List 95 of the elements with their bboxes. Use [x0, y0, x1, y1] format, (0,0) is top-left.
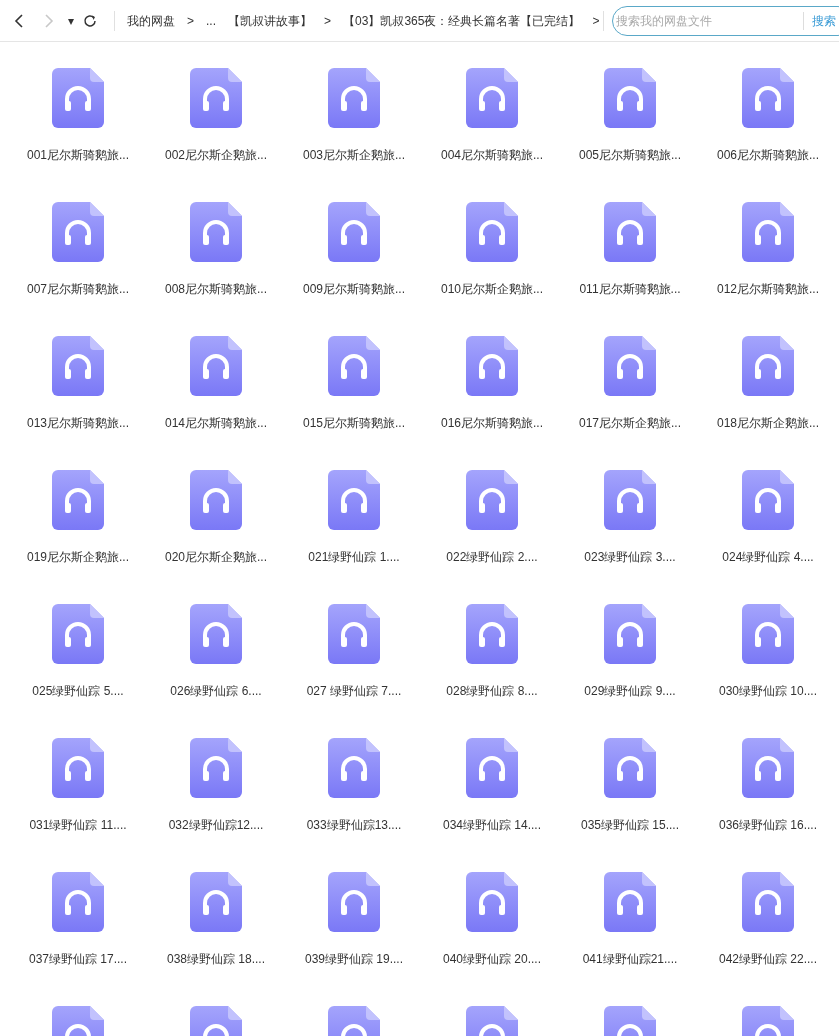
audio-file-icon — [466, 872, 518, 932]
audio-file-icon — [604, 604, 656, 664]
file-name[interactable]: 001尼尔斯骑鹅旅... — [27, 146, 129, 164]
audio-file-icon — [190, 604, 242, 664]
audio-file-icon — [190, 336, 242, 396]
file-name[interactable]: 007尼尔斯骑鹅旅... — [27, 280, 129, 298]
file-name[interactable]: 026绿野仙踪 6.... — [170, 682, 262, 700]
file-name[interactable]: 020尼尔斯企鹅旅... — [165, 548, 267, 566]
audio-file-icon — [604, 470, 656, 530]
file-name[interactable]: 012尼尔斯骑鹅旅... — [717, 280, 819, 298]
file-name[interactable]: 002尼尔斯企鹅旅... — [165, 146, 267, 164]
breadcrumb-separator: > — [592, 12, 600, 30]
file-name[interactable]: 027 绿野仙踪 7.... — [306, 682, 402, 700]
breadcrumb-link[interactable]: 【凯叔讲故事】 — [228, 11, 313, 30]
file-name[interactable]: 009尼尔斯骑鹅旅... — [303, 280, 405, 298]
file-name[interactable]: 036绿野仙踪 16.... — [718, 816, 817, 834]
file-name[interactable]: 018尼尔斯企鹅旅... — [717, 414, 819, 432]
audio-file-icon — [742, 68, 794, 128]
audio-file-icon — [328, 68, 380, 128]
file-name[interactable]: 006尼尔斯骑鹅旅... — [717, 146, 819, 164]
file-name[interactable]: 039绿野仙踪 19.... — [304, 950, 403, 968]
audio-file-icon — [466, 68, 518, 128]
file-name[interactable]: 034绿野仙踪 14.... — [442, 816, 541, 834]
breadcrumb-separator: > — [187, 12, 194, 30]
audio-file-icon — [742, 872, 794, 932]
audio-file-icon — [466, 470, 518, 530]
file-name[interactable]: 022绿野仙踪 2.... — [446, 548, 538, 566]
audio-file-icon — [466, 604, 518, 664]
audio-file-icon — [190, 738, 242, 798]
audio-file-icon — [52, 470, 104, 530]
audio-file-icon — [190, 202, 242, 262]
audio-file-icon — [604, 336, 656, 396]
file-name[interactable]: 005尼尔斯骑鹅旅... — [579, 146, 681, 164]
file-name[interactable]: 031绿野仙踪 11.... — [29, 816, 127, 834]
file-name[interactable]: 028绿野仙踪 8.... — [446, 682, 538, 700]
audio-file-icon — [742, 470, 794, 530]
audio-file-icon — [190, 470, 242, 530]
audio-file-icon — [466, 336, 518, 396]
breadcrumb-link[interactable]: ... — [206, 11, 217, 30]
file-name[interactable]: 019尼尔斯企鹅旅... — [27, 548, 129, 566]
file-name[interactable]: 017尼尔斯企鹅旅... — [579, 414, 681, 432]
audio-file-icon — [328, 738, 380, 798]
audio-file-icon — [742, 604, 794, 664]
breadcrumb-separator: > — [324, 12, 332, 30]
audio-file-icon — [604, 202, 656, 262]
file-name[interactable]: 010尼尔斯企鹅旅... — [441, 280, 543, 298]
audio-file-icon — [742, 202, 794, 262]
file-name[interactable]: 011尼尔斯骑鹅旅... — [579, 280, 681, 298]
breadcrumb-link[interactable]: 【03】凯叔365夜：经典长篇名著【已完结】 — [343, 11, 581, 30]
file-name[interactable]: 040绿野仙踪 20.... — [442, 950, 541, 968]
file-name[interactable]: 025绿野仙踪 5.... — [32, 682, 124, 700]
audio-file-icon — [466, 738, 518, 798]
file-name[interactable]: 003尼尔斯企鹅旅... — [303, 146, 405, 164]
audio-file-icon — [742, 738, 794, 798]
file-name[interactable]: 013尼尔斯骑鹅旅... — [27, 414, 129, 432]
audio-file-icon — [52, 68, 104, 128]
audio-file-icon — [52, 336, 104, 396]
audio-file-icon — [328, 202, 380, 262]
file-name[interactable]: 008尼尔斯骑鹅旅... — [165, 280, 267, 298]
audio-file-icon — [466, 202, 518, 262]
file-name[interactable]: 029绿野仙踪 9.... — [584, 682, 676, 700]
audio-file-icon — [52, 738, 104, 798]
audio-file-icon — [190, 872, 242, 932]
chevron-right-icon — [44, 13, 54, 28]
file-name[interactable]: 015尼尔斯骑鹅旅... — [303, 414, 405, 432]
file-name[interactable]: 023绿野仙踪 3.... — [584, 548, 676, 566]
audio-file-icon — [328, 604, 380, 664]
audio-file-icon — [52, 604, 104, 664]
file-name[interactable]: 004尼尔斯骑鹅旅... — [441, 146, 543, 164]
audio-file-icon — [52, 202, 104, 262]
file-name[interactable]: 014尼尔斯骑鹅旅... — [165, 414, 267, 432]
file-name[interactable]: 024绿野仙踪 4.... — [722, 548, 814, 566]
file-name[interactable]: 030绿野仙踪 10.... — [718, 682, 817, 700]
audio-file-icon — [604, 872, 656, 932]
audio-file-icon — [604, 738, 656, 798]
refresh-icon — [83, 13, 97, 28]
audio-file-icon — [52, 872, 104, 932]
file-name[interactable]: 016尼尔斯骑鹅旅... — [441, 414, 543, 432]
file-name[interactable]: 021绿野仙踪 1.... — [308, 548, 400, 566]
file-name[interactable]: 032绿野仙踪12.... — [168, 816, 264, 834]
audio-file-icon — [742, 336, 794, 396]
audio-file-icon — [604, 68, 656, 128]
file-name[interactable]: 038绿野仙踪 18.... — [166, 950, 265, 968]
audio-file-icon — [190, 68, 242, 128]
file-name[interactable]: 037绿野仙踪 17.... — [28, 950, 127, 968]
file-name[interactable]: 033绿野仙踪13.... — [306, 816, 402, 834]
breadcrumb-link[interactable]: 我的网盘 — [127, 11, 175, 30]
file-name[interactable]: 035绿野仙踪 15.... — [580, 816, 679, 834]
audio-file-icon — [328, 336, 380, 396]
audio-file-icon — [328, 470, 380, 530]
history-dropdown[interactable]: ▾ — [64, 11, 78, 30]
chevron-left-icon — [14, 13, 24, 28]
audio-file-icon — [328, 872, 380, 932]
file-name[interactable]: 041绿野仙踪21.... — [582, 950, 678, 968]
file-name[interactable]: 042绿野仙踪 22.... — [718, 950, 817, 968]
